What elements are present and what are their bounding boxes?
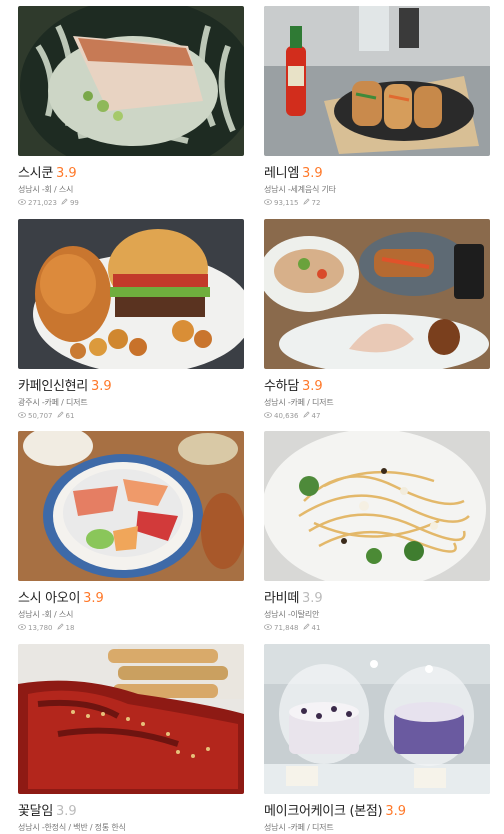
eye-icon: [18, 198, 26, 207]
restaurant-card[interactable]: 스시쿤 3.9 성남시 -회 / 스시 271,023 99: [18, 6, 244, 207]
restaurant-card[interactable]: 레니엠 3.9 성남시 -세계음식 기타 93,115 72: [264, 6, 490, 207]
view-count: 71,848: [274, 623, 299, 632]
rating-score: 3.9: [83, 591, 104, 606]
restaurant-meta: 성남시 -한정식 / 백반 / 정통 한식: [18, 822, 244, 833]
rating-score: 3.9: [55, 804, 77, 819]
restaurant-stats: 50,707 61: [18, 411, 244, 420]
view-count: 50,707: [28, 411, 53, 420]
cake-photo[interactable]: [264, 644, 490, 794]
eye-icon: [264, 198, 272, 207]
region-label: 성남시: [18, 185, 40, 194]
eye-icon: [18, 411, 26, 420]
restaurant-meta: 성남시 -이탈리안: [264, 609, 490, 620]
restaurant-name[interactable]: 메이크어케이크 (본점): [264, 804, 383, 819]
spicy-pork-photo[interactable]: [18, 644, 244, 794]
rating-score: 3.9: [385, 804, 407, 819]
restaurant-name[interactable]: 스시쿤: [18, 166, 53, 181]
restaurant-stats: 13,780 18: [18, 623, 244, 632]
review-count: 18: [65, 623, 75, 632]
region-label: 광주시: [18, 398, 40, 407]
banh-mi-photo[interactable]: [264, 6, 490, 156]
rating-score: 3.9: [90, 379, 112, 394]
view-count: 93,115: [274, 198, 299, 207]
category-label: 이탈리안: [290, 610, 320, 619]
restaurant-meta: 광주시 -카페 / 디저트: [18, 397, 244, 408]
pencil-icon: [302, 198, 310, 207]
restaurant-card[interactable]: 수하담 3.9 성남시 -카페 / 디저트 40,636 47: [264, 219, 490, 420]
pencil-icon: [302, 411, 310, 420]
restaurant-card[interactable]: 스시 아오이 3.9 성남시 -회 / 스시 13,780 18: [18, 431, 244, 632]
restaurant-card[interactable]: 메이크어케이크 (본점) 3.9 성남시 -카페 / 디저트: [264, 644, 490, 833]
view-count: 40,636: [274, 411, 299, 420]
restaurant-name[interactable]: 스시 아오이: [18, 591, 80, 606]
region-label: 성남시: [264, 610, 286, 619]
region-label: 성남시: [18, 610, 40, 619]
review-count: 72: [311, 198, 321, 207]
category-label: 회 / 스시: [44, 185, 74, 194]
restaurant-meta: 성남시 -카페 / 디저트: [264, 822, 490, 833]
restaurant-meta: 성남시 -회 / 스시: [18, 609, 244, 620]
chirashi-photo[interactable]: [18, 431, 244, 581]
pencil-icon: [56, 411, 64, 420]
restaurant-name[interactable]: 꽃달임: [18, 804, 53, 819]
category-label: 카페 / 디저트: [290, 398, 334, 407]
restaurant-card[interactable]: 꽃달임 3.9 성남시 -한정식 / 백반 / 정통 한식: [18, 644, 244, 833]
restaurant-stats: 71,848 41: [264, 623, 490, 632]
restaurant-name[interactable]: 레니엠: [264, 166, 299, 181]
rating-score: 3.9: [301, 166, 323, 181]
view-count: 271,023: [28, 198, 57, 207]
brunch-photo[interactable]: [264, 219, 490, 369]
restaurant-meta: 성남시 -회 / 스시: [18, 184, 244, 195]
restaurant-card[interactable]: 라비떼 3.9 성남시 -이탈리안 71,848 41: [264, 431, 490, 632]
restaurant-stats: 271,023 99: [18, 198, 244, 207]
restaurant-name[interactable]: 카페인신현리: [18, 379, 88, 394]
restaurant-stats: 40,636 47: [264, 411, 490, 420]
category-label: 카페 / 디저트: [290, 823, 334, 832]
region-label: 성남시: [264, 185, 286, 194]
rating-score: 3.9: [301, 591, 323, 606]
review-count: 47: [311, 411, 321, 420]
category-label: 세계음식 기타: [290, 185, 337, 194]
restaurant-card[interactable]: 카페인신현리 3.9 광주시 -카페 / 디저트 50,707 61: [18, 219, 244, 420]
region-label: 성남시: [18, 823, 40, 832]
region-label: 성남시: [264, 823, 286, 832]
eye-icon: [264, 623, 272, 632]
rating-score: 3.9: [301, 379, 323, 394]
view-count: 13,780: [28, 623, 53, 632]
pencil-icon: [56, 623, 64, 632]
category-label: 카페 / 디저트: [44, 398, 88, 407]
pencil-icon: [302, 623, 310, 632]
eye-icon: [18, 623, 26, 632]
restaurant-stats: 93,115 72: [264, 198, 490, 207]
region-label: 성남시: [264, 398, 286, 407]
pasta-photo[interactable]: [264, 431, 490, 581]
review-count: 99: [69, 198, 79, 207]
review-count: 41: [311, 623, 321, 632]
restaurant-meta: 성남시 -카페 / 디저트: [264, 397, 490, 408]
review-count: 61: [65, 411, 75, 420]
restaurant-name[interactable]: 라비떼: [264, 591, 299, 606]
restaurant-meta: 성남시 -세계음식 기타: [264, 184, 490, 195]
category-label: 회 / 스시: [44, 610, 74, 619]
eye-icon: [264, 411, 272, 420]
restaurant-name[interactable]: 수하담: [264, 379, 299, 394]
pencil-icon: [61, 198, 68, 207]
burger-photo[interactable]: [18, 219, 244, 369]
rating-score: 3.9: [55, 166, 77, 181]
grilled-fish-photo[interactable]: [18, 6, 244, 156]
category-label: 한정식 / 백반 / 정통 한식: [44, 823, 126, 832]
